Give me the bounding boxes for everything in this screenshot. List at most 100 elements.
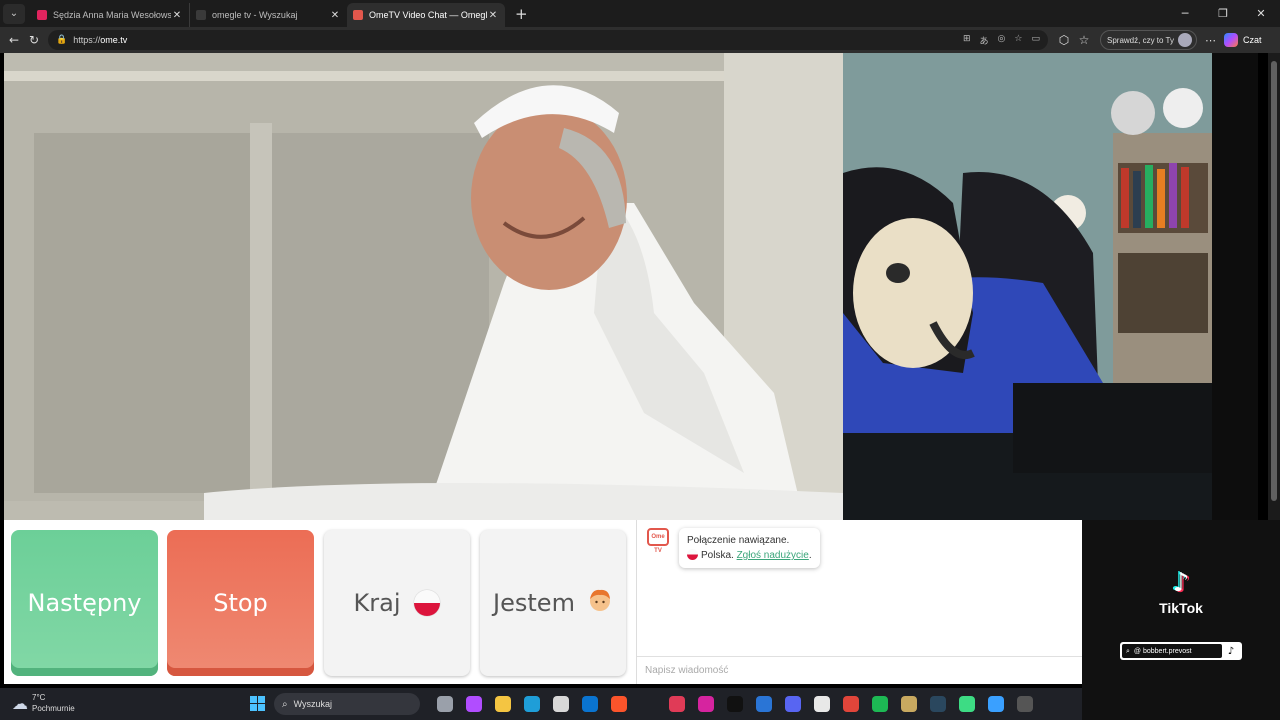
- store-icon[interactable]: [546, 694, 575, 714]
- tab-title: OmeTV Video Chat — Omegle: [369, 10, 487, 20]
- chat-logo-text: Ome TV: [651, 534, 665, 554]
- message-input-placeholder: Napisz wiadomość: [645, 665, 729, 676]
- stranger-video-frame: [4, 53, 843, 520]
- weather-widget[interactable]: ☁ 7°C Pochmurnie: [12, 692, 75, 714]
- weather-text: Pochmurnie: [32, 704, 75, 713]
- self-video-frame: [843, 53, 1212, 520]
- self-video: [843, 53, 1212, 520]
- ometv-page: Następny Stop Kraj Jestem Ome TV Połącze…: [0, 53, 1280, 720]
- edge-icon[interactable]: [517, 694, 546, 714]
- tab-omegle-search[interactable]: omegle tv - Wyszukaj ✕: [189, 3, 347, 27]
- extensions-icon[interactable]: ⬡: [1054, 33, 1074, 47]
- minimize-icon[interactable]: ─: [1166, 0, 1204, 27]
- tiktok-icon[interactable]: [720, 694, 749, 714]
- close-icon[interactable]: ✕: [171, 10, 183, 21]
- wykop-icon-glyph: [668, 696, 685, 712]
- power-icon[interactable]: [981, 694, 1010, 714]
- taskbar: ☁ 7°C Pochmurnie ⌕ Wyszukaj: [0, 688, 1082, 720]
- tab-list-button[interactable]: ⌄: [3, 3, 25, 24]
- discord-icon[interactable]: [778, 694, 807, 714]
- terminal-icon[interactable]: [1010, 694, 1039, 714]
- league-icon[interactable]: [894, 694, 923, 714]
- search-favicon-icon: [196, 10, 206, 20]
- outlook-icon-glyph: [581, 696, 598, 712]
- wykop-icon[interactable]: [662, 694, 691, 714]
- league-icon-glyph: [900, 696, 917, 712]
- tiktok-note-icon: ♪: [1172, 568, 1190, 598]
- new-tab-icon[interactable]: +: [515, 5, 528, 23]
- refresh-icon[interactable]: ↻: [24, 33, 44, 47]
- search-icon: ⌕: [1126, 646, 1130, 655]
- copilot-label: Czat: [1243, 35, 1262, 45]
- poland-flag-icon: [414, 590, 441, 616]
- brave-icon-glyph: [610, 696, 627, 712]
- copilot-icon[interactable]: [459, 694, 488, 714]
- terminal-icon-glyph: [1016, 696, 1033, 712]
- url-input[interactable]: 🔒 https://ome.tv ⊞ あ ◎ ☆ ▭: [48, 30, 1048, 50]
- close-icon[interactable]: ✕: [487, 10, 499, 21]
- ometv-favicon-icon: [353, 10, 363, 20]
- ometv-logo-icon: Ome TV: [647, 528, 669, 554]
- tracking-icon[interactable]: ◎: [998, 34, 1006, 47]
- discord-icon-glyph: [784, 696, 801, 712]
- restore-icon[interactable]: ❐: [1204, 0, 1242, 27]
- task-view-icon-glyph: [436, 696, 453, 712]
- outlook-icon[interactable]: [575, 694, 604, 714]
- taskbar-search[interactable]: ⌕ Wyszukaj: [274, 693, 420, 715]
- tiktok-icon: ♪: [1227, 645, 1235, 657]
- close-icon[interactable]: ✕: [329, 10, 341, 21]
- camera-icon[interactable]: ▭: [1031, 34, 1040, 47]
- avatar: [1178, 33, 1192, 47]
- android-icon[interactable]: [952, 694, 981, 714]
- task-view-icon[interactable]: [430, 694, 459, 714]
- page-scrollbar[interactable]: [1268, 53, 1280, 520]
- boy-emoji-icon: [587, 587, 613, 619]
- translate-icon[interactable]: あ: [980, 34, 989, 47]
- url-host: ome.tv: [100, 35, 128, 45]
- url-scheme: https://: [73, 35, 101, 45]
- start-button[interactable]: [250, 696, 265, 711]
- taskbar-search-label: Wyszukaj: [293, 699, 333, 709]
- spotify-icon[interactable]: [865, 694, 894, 714]
- video-gap: [1212, 53, 1258, 520]
- message-input[interactable]: Napisz wiadomość: [637, 656, 1083, 684]
- tab-sedzia[interactable]: Sędzia Anna Maria Wesołowska o ✕: [31, 3, 189, 27]
- favorite-star-icon[interactable]: ☆: [1014, 34, 1022, 47]
- gender-button[interactable]: Jestem: [480, 530, 626, 676]
- tab-title: omegle tv - Wyszukaj: [212, 10, 298, 20]
- close-window-icon[interactable]: ✕: [1242, 0, 1280, 27]
- next-button-label: Następny: [27, 589, 142, 617]
- copilot-icon: [1224, 33, 1238, 47]
- game-icon[interactable]: [836, 694, 865, 714]
- window-controls: ─ ❐ ✕: [1166, 0, 1280, 27]
- file-explorer-icon-glyph: [494, 696, 511, 712]
- profile-check-button[interactable]: Sprawdź, czy to Ty: [1100, 30, 1197, 50]
- tiktok-overlay: ♪ TikTok ⌕ @ bobbert.prevost ♪: [1082, 520, 1280, 720]
- instagram-icon[interactable]: [691, 694, 720, 714]
- steam-icon[interactable]: [923, 694, 952, 714]
- back-icon[interactable]: ←: [4, 33, 24, 47]
- favorites-icon[interactable]: ☆: [1074, 33, 1094, 47]
- tab-ometv[interactable]: OmeTV Video Chat — Omegle ✕: [347, 3, 505, 27]
- tiktok-icon-glyph: [726, 696, 743, 712]
- file-explorer-icon[interactable]: [488, 694, 517, 714]
- tiktok-handle: @ bobbert.prevost: [1133, 647, 1192, 655]
- system-message: Połączenie nawiązane. Polska. Zgłoś nadu…: [679, 528, 820, 568]
- instagram-icon-glyph: [697, 696, 714, 712]
- apps-icon[interactable]: ⊞: [963, 34, 971, 47]
- copilot-button[interactable]: Czat: [1224, 33, 1262, 47]
- stop-button[interactable]: Stop: [167, 530, 314, 676]
- taskbar-app-icon[interactable]: [749, 694, 778, 714]
- address-bar: ← ↻ 🔒 https://ome.tv ⊞ あ ◎ ☆ ▭ ⬡ ☆ Spraw…: [0, 27, 1280, 53]
- more-icon[interactable]: ⋯: [1205, 34, 1216, 47]
- country-button[interactable]: Kraj: [324, 530, 470, 676]
- unreal-icon[interactable]: [807, 694, 836, 714]
- chat-panel: Ome TV Połączenie nawiązane. Polska. Zgł…: [636, 520, 1083, 684]
- profile-check-label: Sprawdź, czy to Ty: [1107, 35, 1174, 45]
- scrollbar-thumb[interactable]: [1271, 61, 1277, 501]
- spacer-glyph: [640, 696, 656, 712]
- next-button[interactable]: Następny: [11, 530, 158, 676]
- brave-icon[interactable]: [604, 694, 633, 714]
- report-abuse-link[interactable]: Zgłoś nadużycie: [737, 550, 809, 561]
- screen: ⌄ Sędzia Anna Maria Wesołowska o ✕ omegl…: [0, 0, 1280, 720]
